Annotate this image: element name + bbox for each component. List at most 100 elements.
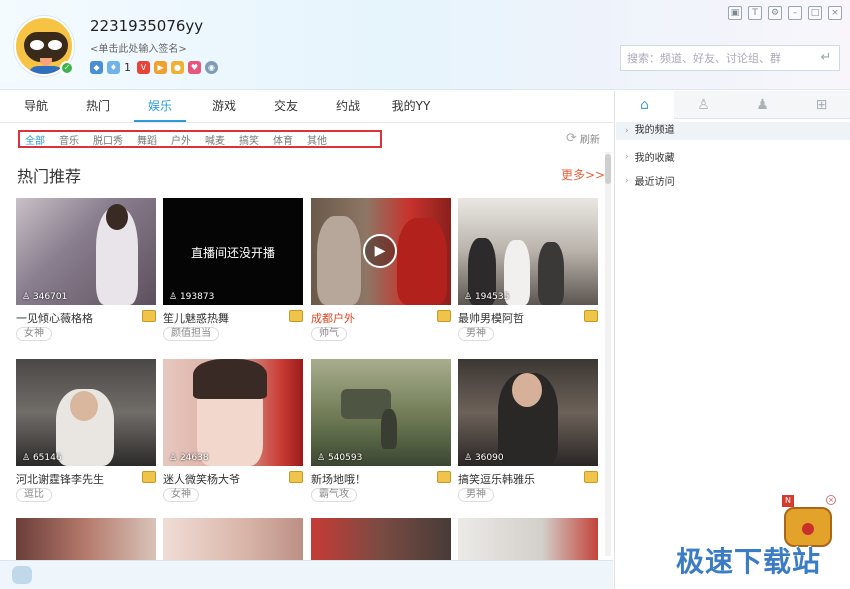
more-link[interactable]: 更多>>: [561, 166, 605, 183]
subcat-all[interactable]: 全部: [25, 132, 45, 147]
window-controls: ▣ T ⚙ – □ ×: [728, 6, 842, 20]
stream-thumbnail[interactable]: ♙ 36090: [458, 359, 598, 466]
scrollbar-thumb[interactable]: [605, 154, 611, 184]
stream-card[interactable]: ♙ 346701 一见倾心薇格格 女神: [16, 198, 156, 341]
signature-field[interactable]: <单击此处输入签名>: [90, 40, 187, 55]
stream-thumbnail[interactable]: ♙ 65146: [16, 359, 156, 466]
stream-tag[interactable]: 帅气: [311, 327, 347, 341]
play-icon[interactable]: ▶: [363, 234, 397, 268]
stream-thumbnail[interactable]: ▶: [311, 198, 451, 305]
stream-card[interactable]: [16, 518, 156, 560]
recent-visits-item[interactable]: › 最近访问: [625, 173, 675, 189]
stream-title[interactable]: 搞笑逗乐韩雅乐: [458, 471, 535, 487]
stream-thumbnail[interactable]: [311, 518, 451, 560]
apps-icon[interactable]: ⊞: [792, 91, 850, 119]
level-icon[interactable]: V: [137, 61, 150, 74]
subcat-other[interactable]: 其他: [307, 132, 327, 147]
refresh-button[interactable]: ⟳ 刷新: [566, 131, 600, 146]
minimize-icon[interactable]: –: [788, 6, 802, 20]
stream-card[interactable]: ♙ 65146 河北谢霆锋李先生 逗比: [16, 359, 156, 502]
tab-my-yy[interactable]: 我的YY: [384, 91, 438, 122]
stream-card[interactable]: 直播间还没开播 ♙ 193873 笙儿魅惑热舞 颜值担当: [163, 198, 303, 341]
tab-battle[interactable]: 约战: [326, 91, 370, 122]
bottom-toolbar: [0, 560, 613, 589]
stream-card[interactable]: ♙ 24638 迷人微笑杨大爷 女神: [163, 359, 303, 502]
stream-card[interactable]: ♙ 540593 新场地哦！ 霸气攻: [311, 359, 451, 502]
stream-thumbnail[interactable]: ♙ 194535: [458, 198, 598, 305]
tab-navigation[interactable]: 导航: [14, 91, 58, 122]
new-badge-icon: N: [782, 495, 794, 507]
tab-entertainment[interactable]: 娱乐: [134, 91, 186, 122]
main-nav: 导航 热门 娱乐 游戏 交友 约战 我的YY: [0, 91, 613, 123]
stream-card[interactable]: [163, 518, 303, 560]
stream-card[interactable]: ♙ 36090 搞笑逗乐韩雅乐 男神: [458, 359, 598, 502]
game-icon[interactable]: ●: [171, 61, 184, 74]
stream-tag[interactable]: 男神: [458, 327, 494, 341]
stream-tag[interactable]: 男神: [458, 488, 494, 502]
maximize-icon[interactable]: □: [808, 6, 822, 20]
viewer-count: ♙ 24638: [169, 453, 209, 463]
avatar-eye: [30, 40, 44, 50]
subcat-talkshow[interactable]: 脱口秀: [93, 132, 123, 147]
stream-thumbnail[interactable]: [163, 518, 303, 560]
stream-tag[interactable]: 女神: [16, 327, 52, 341]
stream-title[interactable]: 新场地哦！: [311, 471, 366, 487]
friend-icon[interactable]: ♙: [674, 91, 733, 119]
stream-tag[interactable]: 颜值担当: [163, 327, 219, 341]
search-box: ↵: [620, 45, 840, 71]
home-icon[interactable]: ⌂: [615, 91, 674, 119]
thumbnail-figure: [397, 218, 447, 305]
gamepad-icon[interactable]: ◆: [90, 61, 103, 74]
viewer-count-value: 193873: [179, 292, 215, 302]
video-icon[interactable]: ▶: [154, 61, 167, 74]
stream-tag[interactable]: 逗比: [16, 488, 52, 502]
my-channels-item[interactable]: › 我的频道: [616, 122, 850, 140]
stream-thumbnail[interactable]: 直播间还没开播 ♙ 193873: [163, 198, 303, 305]
stream-title[interactable]: 成都户外: [311, 310, 355, 326]
stream-tag[interactable]: 女神: [163, 488, 199, 502]
heart-icon[interactable]: ♥: [188, 61, 201, 74]
stream-title[interactable]: 河北谢霆锋李先生: [16, 471, 104, 487]
subcat-outdoor[interactable]: 户外: [171, 132, 191, 147]
stream-thumbnail[interactable]: ♙ 24638: [163, 359, 303, 466]
content-scrollbar[interactable]: [605, 152, 611, 556]
badge-count: 1: [124, 61, 131, 74]
close-icon[interactable]: ×: [828, 6, 842, 20]
shirt-icon[interactable]: T: [748, 6, 762, 20]
thumbnail-figure: [512, 373, 542, 407]
stream-title[interactable]: 笙儿魅惑热舞: [163, 310, 229, 326]
stream-card[interactable]: [458, 518, 598, 560]
stream-title[interactable]: 一见倾心薇格格: [16, 310, 93, 326]
skin-icon[interactable]: ▣: [728, 6, 742, 20]
stream-card[interactable]: [311, 518, 451, 560]
stream-thumbnail[interactable]: ♙ 346701: [16, 198, 156, 305]
tab-games[interactable]: 游戏: [202, 91, 246, 122]
tab-social[interactable]: 交友: [264, 91, 308, 122]
eye-icon[interactable]: ◉: [205, 61, 218, 74]
mascot-icon[interactable]: [12, 566, 32, 584]
stream-thumbnail[interactable]: [458, 518, 598, 560]
search-input[interactable]: [627, 50, 807, 66]
subcat-dance[interactable]: 舞蹈: [137, 132, 157, 147]
settings-icon[interactable]: ⚙: [768, 6, 782, 20]
subcat-music[interactable]: 音乐: [59, 132, 79, 147]
chevron-right-icon: ›: [625, 151, 629, 162]
stream-thumbnail[interactable]: [16, 518, 156, 560]
enter-icon[interactable]: ↵: [817, 49, 835, 67]
stream-card[interactable]: ▶ 成都户外 帅气: [311, 198, 451, 341]
viewer-count-value: 24638: [179, 453, 209, 463]
stream-thumbnail[interactable]: ♙ 540593: [311, 359, 451, 466]
stream-title[interactable]: 迷人微笑杨大爷: [163, 471, 240, 487]
diamond-icon[interactable]: ♦: [107, 61, 120, 74]
my-favorites-item[interactable]: › 我的收藏: [625, 149, 675, 165]
group-icon[interactable]: ♟: [733, 91, 792, 119]
subcat-sports[interactable]: 体育: [273, 132, 293, 147]
subcat-funny[interactable]: 搞笑: [239, 132, 259, 147]
stream-card[interactable]: ♙ 194535 最帅男模阿哲 男神: [458, 198, 598, 341]
tab-hot[interactable]: 热门: [76, 91, 120, 122]
subcat-shout[interactable]: 喊麦: [205, 132, 225, 147]
stream-tag[interactable]: 霸气攻: [311, 488, 357, 502]
close-icon[interactable]: ×: [826, 495, 836, 505]
stream-title[interactable]: 最帅男模阿哲: [458, 310, 524, 326]
crown-icon: [289, 310, 303, 322]
